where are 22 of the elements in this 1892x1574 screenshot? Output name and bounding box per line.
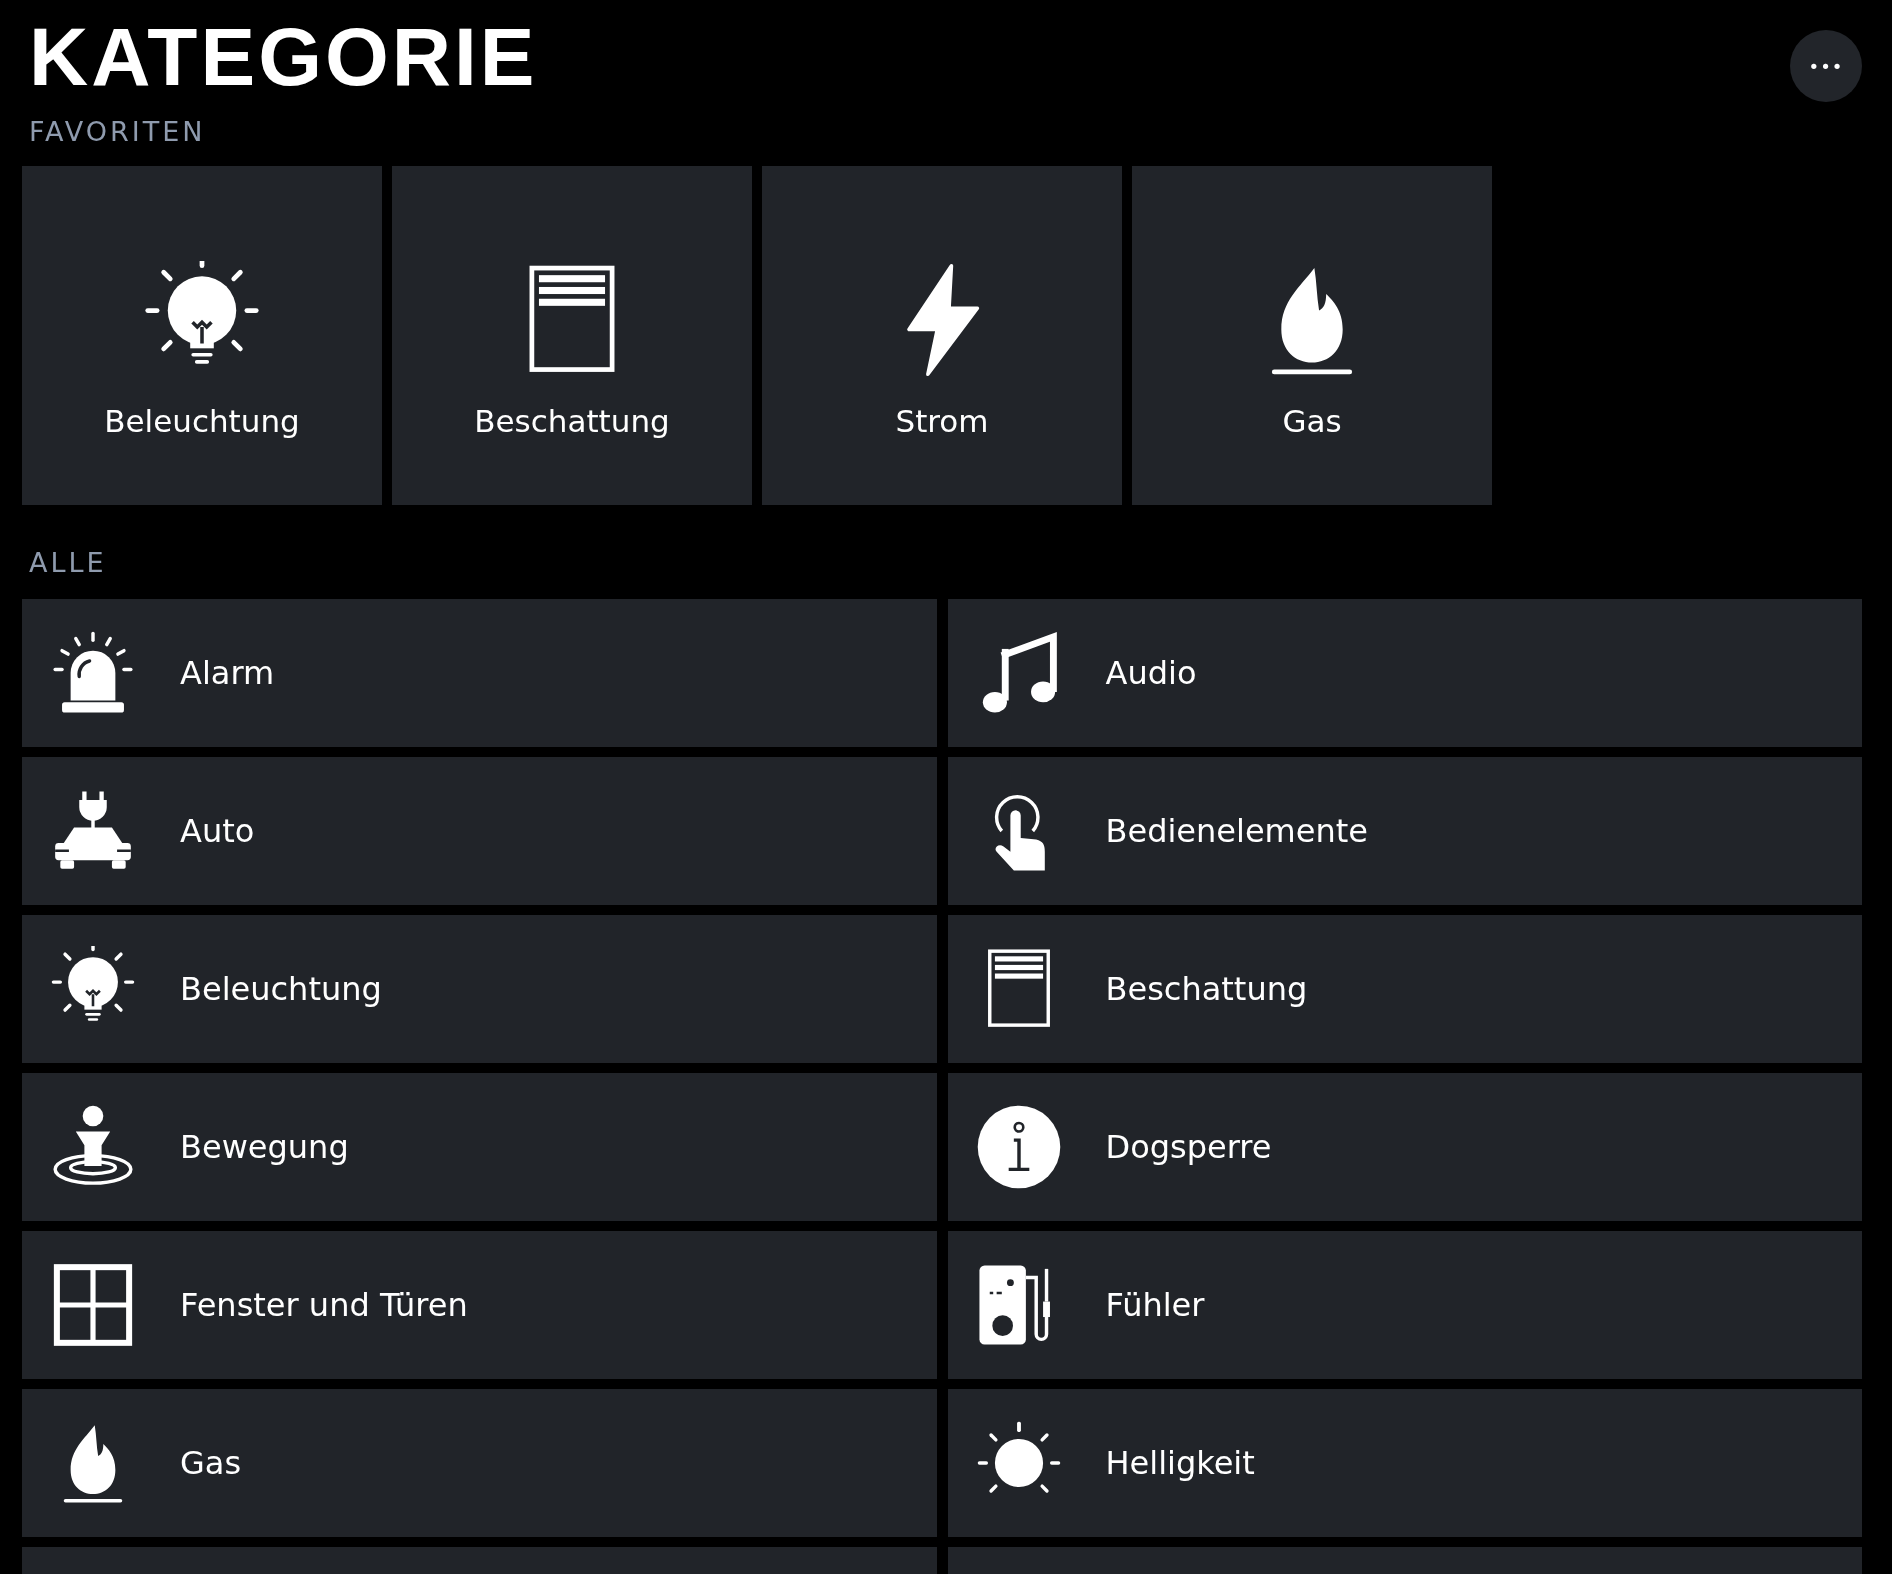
category-row[interactable]: Beschattung [947, 915, 1862, 1063]
favorite-tile[interactable]: Gas [1132, 166, 1492, 505]
category-row[interactable]: Fenster und Türen [22, 1231, 937, 1379]
more-button[interactable]: ••• [1790, 30, 1862, 102]
page-title: KATEGORIE [29, 14, 538, 100]
category-row[interactable]: Dogsperre [947, 1073, 1862, 1221]
category-row[interactable]: Bewegung [22, 1073, 937, 1221]
section-heading: ALLE [29, 546, 108, 580]
section-heading: FAVORITEN [29, 115, 207, 149]
category-row[interactable]: Audio [947, 599, 1862, 747]
siren-icon [50, 630, 136, 716]
favorite-tile[interactable]: Beleuchtung [22, 166, 382, 505]
category-row[interactable]: Auto [22, 757, 937, 905]
category-row[interactable]: Bedienelemente [947, 757, 1862, 905]
category-row[interactable]: Alarm [22, 599, 937, 747]
category-row[interactable]: Gas [22, 1389, 937, 1537]
favorite-tile[interactable]: Strom [762, 166, 1122, 505]
info-icon [975, 1104, 1062, 1190]
category-row[interactable]: Beleuchtung [22, 915, 937, 1063]
favorite-tile[interactable]: Beschattung [392, 166, 752, 505]
category-row[interactable]: Fühler [947, 1231, 1862, 1379]
category-row[interactable]: Helligkeit [947, 1389, 1862, 1537]
